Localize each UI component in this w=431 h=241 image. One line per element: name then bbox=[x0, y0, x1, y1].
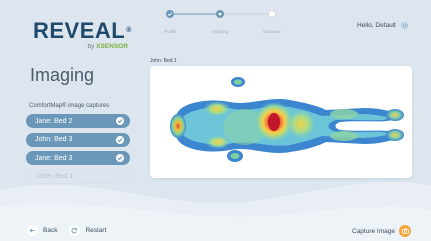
step-profile-icon bbox=[166, 10, 174, 18]
brand-name: REVEAL bbox=[33, 18, 126, 43]
capture-item-label: Jane: Bed 2 bbox=[35, 117, 73, 125]
page-title: Imaging bbox=[30, 65, 95, 85]
brand-logo: REVEAL® by XSENSOR bbox=[33, 18, 132, 51]
brand-sub-prefix: by bbox=[87, 43, 97, 50]
brand-mark: ® bbox=[126, 27, 132, 34]
capture-label: Capture Image bbox=[352, 227, 395, 235]
step-profile-label: Profile bbox=[163, 29, 177, 34]
checkmark-icon bbox=[116, 135, 124, 144]
step-imaging-label: Imaging bbox=[211, 29, 229, 34]
empty-circle-icon bbox=[115, 172, 123, 181]
capture-item[interactable]: John: Bed 1 bbox=[26, 169, 130, 184]
restart-icon bbox=[69, 225, 81, 236]
camera-icon bbox=[399, 225, 411, 237]
restart-button[interactable]: Restart bbox=[69, 225, 106, 236]
restart-label: Restart bbox=[85, 227, 107, 234]
capture-item[interactable]: Jane: Bed 3 bbox=[26, 151, 130, 165]
arrow-left-icon bbox=[27, 225, 38, 236]
pressure-map-image bbox=[170, 77, 404, 162]
greeting-text: Hello, Default bbox=[356, 22, 396, 29]
pressure-map-card bbox=[150, 66, 412, 178]
checkmark-icon bbox=[116, 117, 124, 125]
progress-stepper: Profile Imaging Discover bbox=[164, 6, 282, 36]
capture-item[interactable]: Jane: Bed 2 bbox=[26, 114, 130, 128]
step-discover-label: Discover bbox=[263, 29, 281, 34]
capture-item[interactable]: John: Bed 3 bbox=[26, 132, 130, 147]
footer-nav: Back Restart bbox=[27, 225, 106, 236]
capture-list: Jane: Bed 2 John: Bed 3 Jane: Bed 3 John… bbox=[26, 114, 130, 188]
captures-label: ComfortMap® image captures bbox=[29, 103, 110, 109]
capture-item-label: Jane: Bed 3 bbox=[35, 154, 73, 162]
brand-subtitle: by XSENSOR bbox=[33, 43, 132, 50]
brand-sub-highlight: XSENSOR bbox=[96, 43, 128, 50]
viewer-title: John: Bed 1 bbox=[150, 58, 177, 64]
step-imaging-icon bbox=[216, 10, 224, 18]
step-discover-icon bbox=[268, 10, 277, 18]
gear-icon[interactable] bbox=[400, 21, 409, 30]
capture-item-label: John: Bed 3 bbox=[35, 136, 73, 143]
capture-item-label: John: Bed 1 bbox=[36, 173, 74, 180]
back-button[interactable]: Back bbox=[27, 225, 57, 236]
user-greeting: Hello, Default bbox=[357, 21, 409, 30]
checkmark-icon bbox=[116, 154, 124, 162]
back-label: Back bbox=[43, 227, 58, 234]
capture-image-button[interactable]: Capture Image bbox=[352, 225, 411, 237]
